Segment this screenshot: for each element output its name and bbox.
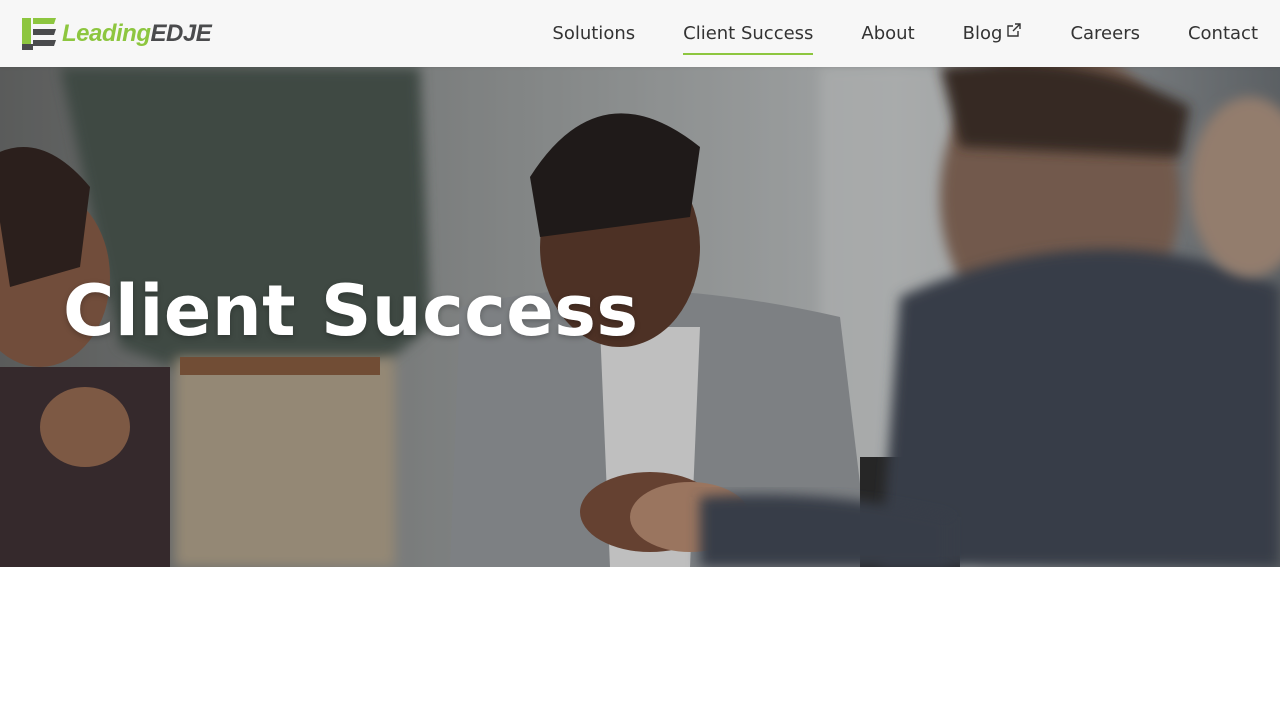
nav-item-label: Careers (1070, 23, 1140, 44)
nav-item-label: Contact (1187, 23, 1258, 44)
nav-item-label: Blog (962, 23, 1003, 44)
nav-item-label: Solutions (552, 23, 636, 44)
nav-item-contact[interactable]: Contact (1188, 0, 1258, 67)
nav-item-label: Client Success (683, 23, 814, 44)
external-link-icon (1007, 22, 1022, 37)
logo-link[interactable]: LeadingEDJE (22, 17, 212, 51)
main-nav: Solutions Client Success About Blog Care… (552, 0, 1258, 67)
page-title: Client Success (63, 270, 639, 352)
site-header: LeadingEDJE Solutions Client Success Abo… (0, 0, 1280, 67)
logo-text-leading: Leading (62, 20, 151, 47)
hero-banner: Client Success (0, 67, 1280, 567)
nav-item-label: About (861, 23, 915, 44)
logo-text: LeadingEDJE (62, 20, 212, 47)
nav-item-careers[interactable]: Careers (1070, 0, 1140, 67)
nav-item-solutions[interactable]: Solutions (552, 0, 635, 67)
nav-item-client-success[interactable]: Client Success (683, 0, 814, 67)
logo-text-edje: EDJE (150, 20, 212, 47)
nav-item-blog[interactable]: Blog (963, 0, 1023, 67)
logo-mark-icon (22, 18, 56, 50)
nav-item-about[interactable]: About (861, 0, 914, 67)
